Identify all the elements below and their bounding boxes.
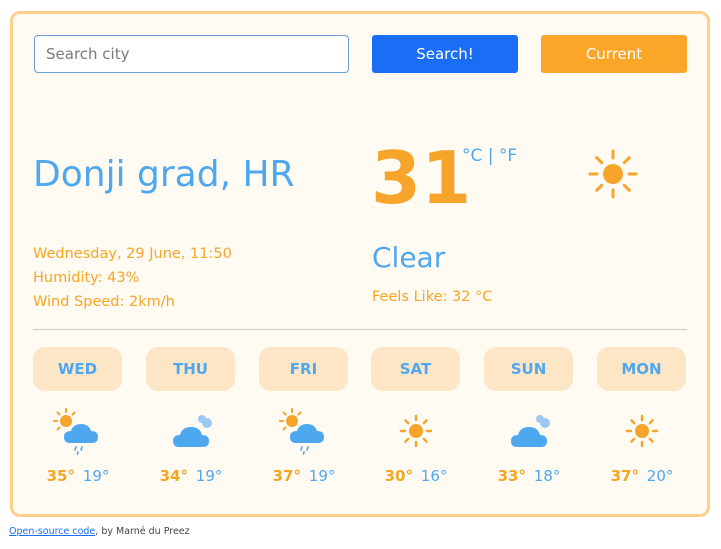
fahrenheit-toggle[interactable]: °F [499, 146, 517, 166]
feels-like: Feels Like: 32 °C [372, 289, 493, 305]
day-temperatures: 37° 20° [597, 467, 687, 485]
day-temperatures: 34° 19° [146, 467, 236, 485]
day-label: SUN [484, 347, 573, 391]
wind-speed: Wind Speed: 2km/h [33, 294, 175, 310]
low-temperature: 20° [646, 467, 674, 485]
footer: Open-source code, by Marné du Preez [9, 526, 190, 537]
day-label: FRI [259, 347, 348, 391]
high-temperature: 34° [159, 467, 188, 485]
sun-icon [399, 414, 433, 448]
high-temperature: 37° [610, 467, 639, 485]
search-input[interactable] [34, 35, 349, 73]
high-temperature: 35° [46, 467, 75, 485]
unit-separator: | [487, 146, 494, 166]
high-temperature: 30° [384, 467, 413, 485]
weather-condition: Clear [372, 241, 446, 274]
current-location-button[interactable]: Current [541, 35, 687, 73]
sun-icon [625, 414, 659, 448]
sun-cloud-rain-icon [279, 408, 324, 455]
day-temperatures: 37° 19° [259, 467, 349, 485]
sun-icon [588, 149, 638, 199]
day-label: WED [33, 347, 122, 391]
humidity: Humidity: 43% [33, 270, 140, 286]
low-temperature: 18° [533, 467, 561, 485]
forecast-day: MON 37° 20° [597, 347, 687, 485]
day-label: SAT [371, 347, 460, 391]
source-code-link[interactable]: Open-source code [9, 526, 95, 537]
divider [33, 329, 687, 330]
high-temperature: 33° [497, 467, 526, 485]
day-label: MON [597, 347, 686, 391]
date-time: Wednesday, 29 June, 11:50 [33, 246, 232, 262]
high-temperature: 37° [272, 467, 301, 485]
forecast-day: SUN 33° 18° [484, 347, 574, 485]
forecast-day: SAT 30° 16° [371, 347, 461, 485]
low-temperature: 19° [308, 467, 336, 485]
cloud-icon [173, 415, 212, 447]
weather-card: Search! Current Donji grad, HR Wednesday… [10, 11, 710, 517]
day-label: THU [146, 347, 235, 391]
cloud-icon [511, 415, 550, 447]
weather-details: Wednesday, 29 June, 11:50 Humidity: 43% … [33, 242, 232, 314]
low-temperature: 19° [82, 467, 110, 485]
footer-credit: , by Marné du Preez [95, 526, 190, 537]
current-temperature: 31 [371, 136, 472, 220]
low-temperature: 19° [195, 467, 223, 485]
low-temperature: 16° [420, 467, 448, 485]
unit-toggle: °C | °F [462, 146, 517, 166]
day-temperatures: 35° 19° [33, 467, 123, 485]
forecast-day: THU 34° 19° [146, 347, 236, 485]
day-temperatures: 33° 18° [484, 467, 574, 485]
celsius-toggle[interactable]: °C [462, 146, 482, 166]
day-temperatures: 30° 16° [371, 467, 461, 485]
city-name: Donji grad, HR [33, 154, 295, 195]
sun-cloud-rain-icon [53, 408, 98, 455]
forecast-day: WED 35° 19° [33, 347, 123, 485]
search-button[interactable]: Search! [372, 35, 518, 73]
forecast-day: FRI 37° 19° [259, 347, 349, 485]
